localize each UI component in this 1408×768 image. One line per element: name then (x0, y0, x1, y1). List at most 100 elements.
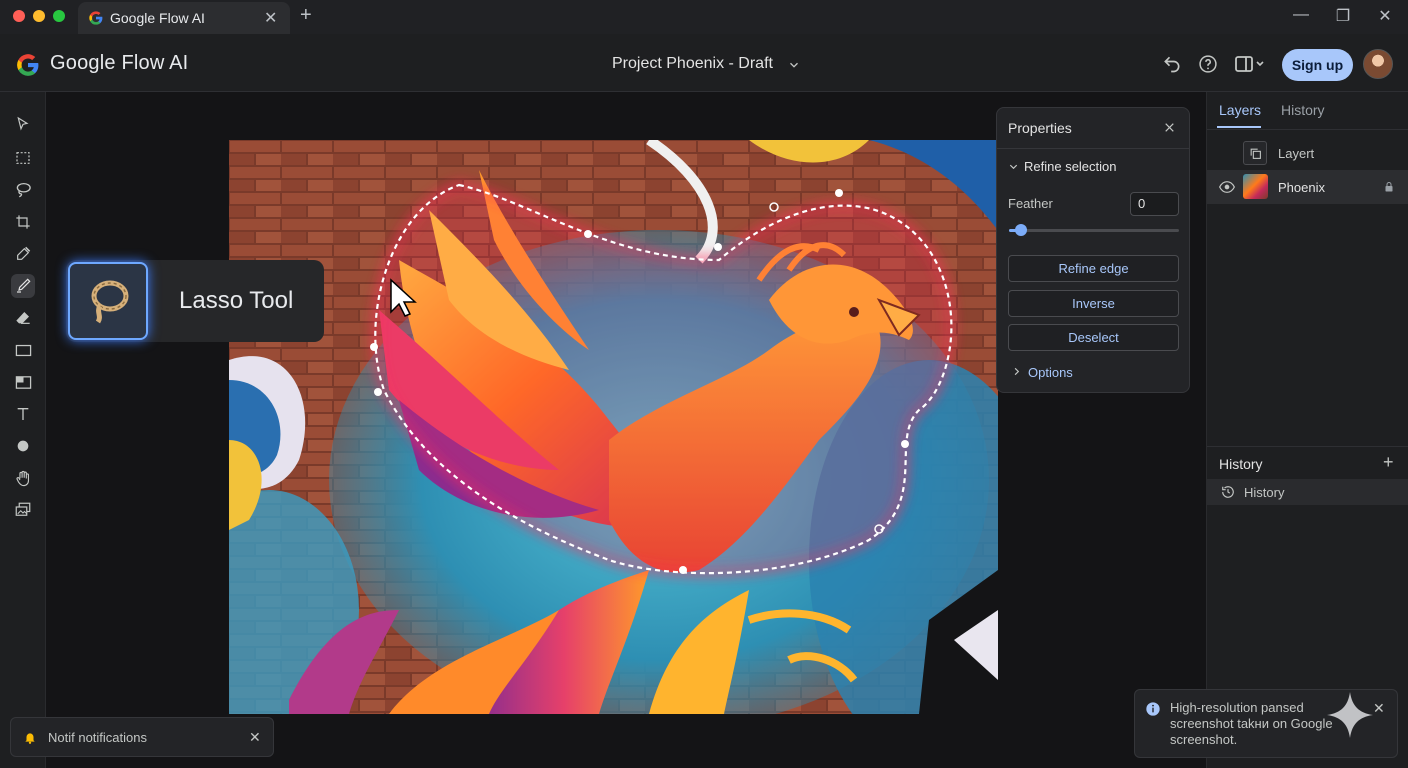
app-title: Google Flow AI (50, 52, 189, 74)
project-title: Project Phoenix - Draft (612, 55, 773, 72)
eye-icon[interactable] (1219, 180, 1235, 194)
rope-lasso-icon (91, 280, 129, 324)
active-tab-indicator (1217, 126, 1261, 128)
divider (997, 148, 1189, 149)
right-panel: Layers History Layert Phoenix History + … (1206, 92, 1408, 768)
layer-name: Phoenix (1278, 180, 1325, 195)
zoom-window-dot[interactable] (53, 10, 65, 22)
layer-thumbnail (1243, 141, 1267, 165)
feather-input[interactable]: 0 (1130, 192, 1179, 216)
notification-close-icon[interactable]: ✕ (249, 729, 261, 746)
minimize-window-dot[interactable] (33, 10, 45, 22)
properties-panel: Properties Refine selection Feather 0 Re… (996, 107, 1190, 393)
lasso-tool-tooltip: Lasso Tool (66, 260, 324, 342)
select-icon (17, 116, 29, 131)
lasso-preview-box (68, 262, 148, 340)
options-toggle[interactable]: Options (1009, 362, 1129, 382)
divider (1207, 129, 1408, 130)
phoenix-thumbnail (1243, 174, 1268, 199)
phoenix-mural-image (229, 140, 998, 714)
layers-stack-icon (15, 502, 31, 516)
history-item-label: History (1244, 485, 1285, 500)
eraser-icon (16, 312, 30, 324)
chevron-down-icon (1009, 164, 1018, 170)
avatar[interactable] (1363, 49, 1393, 79)
panel-toggle-icon[interactable] (1235, 54, 1267, 74)
maximize-button[interactable]: ❐ (1333, 6, 1353, 26)
tab-close-icon[interactable]: ✕ (264, 8, 277, 28)
inverse-button[interactable]: Inverse (1008, 290, 1179, 317)
mask-icon (15, 375, 31, 389)
add-history-button[interactable]: + (1383, 452, 1394, 473)
google-g-logo-icon (17, 54, 39, 76)
copy-icon (1250, 148, 1261, 159)
new-tab-button[interactable]: + (300, 4, 312, 27)
info-icon (1146, 702, 1160, 716)
marquee-icon (16, 152, 30, 164)
layer-row-selected[interactable]: Phoenix (1207, 170, 1408, 204)
tool-rail (0, 92, 46, 768)
lasso-icon (16, 182, 31, 198)
browser-tab[interactable]: Google Flow AI ✕ (78, 2, 290, 34)
crop-tool[interactable] (11, 210, 35, 234)
lock-icon[interactable] (1383, 181, 1395, 193)
refine-edge-button[interactable]: Refine edge (1008, 255, 1179, 282)
browser-tab-bar: Google Flow AI ✕ + — ❐ ✕ (0, 0, 1408, 34)
gemini-sparkle-icon (1327, 692, 1373, 738)
app-header: Google Flow AI Project Phoenix - Draft S… (0, 34, 1408, 92)
phoenix-artwork[interactable] (229, 140, 998, 714)
chevron-right-icon (1014, 367, 1020, 376)
text-icon (17, 408, 29, 420)
tab-layers[interactable]: Layers (1219, 102, 1261, 118)
rectangle-tool[interactable] (11, 338, 35, 362)
eyedropper-icon (17, 246, 31, 260)
eraser-tool[interactable] (11, 306, 35, 330)
close-window-dot[interactable] (13, 10, 25, 22)
history-section-title: History (1219, 456, 1263, 472)
shape-tool[interactable] (11, 434, 35, 458)
select-tool[interactable] (11, 112, 35, 136)
close-icon[interactable] (1163, 121, 1176, 134)
properties-title: Properties (1008, 120, 1072, 136)
minimize-button[interactable]: — (1291, 6, 1311, 24)
project-title-dropdown[interactable]: Project Phoenix - Draft (612, 34, 812, 92)
rectangle-icon (15, 344, 31, 356)
layer-row[interactable]: Layert (1207, 136, 1408, 170)
eyedropper-tool[interactable] (11, 242, 35, 266)
chevron-down-icon (790, 62, 798, 68)
deselect-button[interactable]: Deselect (1008, 324, 1179, 351)
layer-name: Layert (1278, 146, 1315, 161)
history-item[interactable]: History (1207, 479, 1408, 505)
options-label: Options (1028, 365, 1073, 380)
sign-up-button[interactable]: Sign up (1282, 49, 1353, 81)
google-logo-icon (89, 11, 103, 25)
feather-label: Feather (1008, 196, 1053, 211)
tab-history[interactable]: History (1281, 102, 1325, 118)
crop-icon (16, 215, 30, 229)
history-icon (1222, 486, 1234, 498)
notification-bar[interactable]: Notif notifications ✕ (10, 717, 274, 757)
hand-icon (15, 470, 29, 486)
refine-selection-label: Refine selection (1024, 159, 1117, 174)
hand-tool[interactable] (11, 466, 35, 490)
toast-text: High-resolution pansed screenshot takни … (1170, 700, 1333, 747)
feather-slider-thumb[interactable] (1015, 224, 1027, 236)
feather-slider-track[interactable] (1009, 229, 1179, 232)
mask-tool[interactable] (11, 370, 35, 394)
text-tool[interactable] (11, 402, 35, 426)
marquee-tool[interactable] (11, 146, 35, 170)
refine-selection-toggle[interactable]: Refine selection (1007, 157, 1177, 177)
divider (1207, 446, 1408, 447)
brush-icon (17, 278, 31, 293)
toast-close-icon[interactable]: ✕ (1373, 700, 1385, 717)
notification-label: Notif notifications (48, 730, 147, 745)
layers-tool[interactable] (11, 498, 35, 522)
bell-icon (25, 733, 35, 744)
tab-title: Google Flow AI (110, 10, 205, 26)
lasso-tool[interactable] (11, 178, 35, 202)
tooltip-label: Lasso Tool (179, 287, 294, 314)
help-icon[interactable] (1198, 54, 1218, 74)
close-button[interactable]: ✕ (1375, 6, 1395, 26)
undo-icon[interactable] (1162, 54, 1182, 74)
brush-tool[interactable] (11, 274, 35, 298)
